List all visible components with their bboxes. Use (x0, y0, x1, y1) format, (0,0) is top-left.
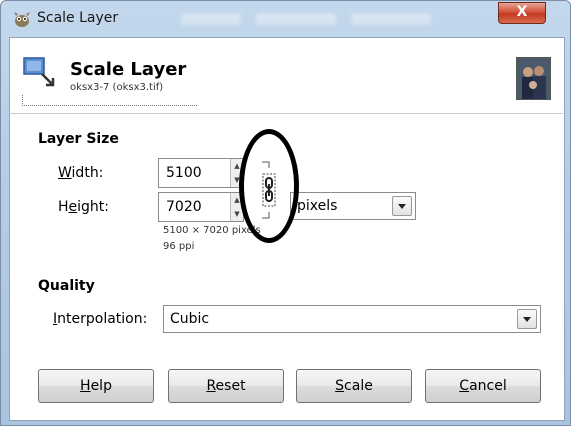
interpolation-value: Cubic (170, 311, 210, 327)
width-label: Width: (58, 165, 103, 181)
dimension-info: 5100 × 7020 pixels (163, 225, 261, 236)
title-bar[interactable]: Scale Layer X (1, 1, 571, 37)
help-label: elp (90, 378, 112, 394)
scale-button[interactable]: Scale (296, 369, 412, 403)
resolution-info: 96 ppi (163, 241, 195, 252)
interpolation-label-text: nterpolation: (57, 311, 148, 327)
close-button[interactable]: X (498, 2, 546, 24)
gimp-icon (13, 10, 31, 28)
unit-value: pixels (297, 198, 338, 214)
dialog-heading: Scale Layer (70, 59, 187, 80)
reset-label: eset (215, 378, 246, 394)
cancel-button[interactable]: Cancel (425, 369, 541, 403)
width-label-text: idth: (71, 165, 104, 181)
height-label-text: ight: (77, 199, 110, 215)
scale-label: cale (344, 378, 373, 394)
reset-mnemonic: R (206, 378, 216, 394)
layer-size-section-label: Layer Size (38, 131, 119, 147)
cancel-label: ancel (469, 378, 507, 394)
background-title-blur (351, 13, 431, 25)
width-input[interactable]: 5100 ▲ ▼ (158, 158, 244, 188)
window-title: Scale Layer (37, 10, 119, 26)
scale-layer-icon (22, 56, 56, 90)
background-title-blur (181, 13, 241, 25)
image-thumbnail (516, 57, 551, 100)
chevron-down-icon[interactable] (517, 309, 537, 329)
header-divider (22, 95, 197, 106)
height-label: Height: (58, 199, 109, 215)
chevron-down-icon[interactable] (392, 196, 412, 216)
unit-dropdown[interactable]: pixels (290, 192, 416, 220)
interpolation-label: Interpolation: (53, 311, 147, 327)
annotation-circle (239, 129, 299, 243)
quality-section-label: Quality (38, 278, 95, 294)
reset-button[interactable]: Reset (168, 369, 284, 403)
width-value: 5100 (166, 165, 202, 181)
background-title-blur (256, 13, 336, 25)
layer-source-label: oksx3-7 (oksx3.tif) (70, 82, 164, 93)
height-value: 7020 (166, 199, 202, 215)
header-separator (9, 113, 563, 114)
width-label-mnemonic: W (58, 165, 72, 181)
interpolation-dropdown[interactable]: Cubic (163, 305, 541, 333)
cancel-mnemonic: C (459, 378, 470, 394)
height-input[interactable]: 7020 ▲ ▼ (158, 192, 244, 222)
help-mnemonic: H (80, 378, 91, 394)
height-label-mnemonic: e (68, 199, 78, 215)
scale-mnemonic: S (335, 378, 345, 394)
help-button[interactable]: Help (38, 369, 154, 403)
height-label-prefix: H (58, 199, 69, 215)
